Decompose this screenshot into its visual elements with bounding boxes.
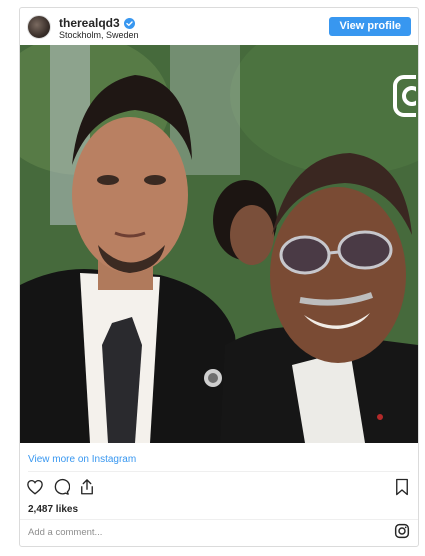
instagram-camera-icon	[392, 73, 418, 124]
divider	[28, 471, 410, 472]
post-photo[interactable]	[20, 45, 418, 443]
post-photo-image	[20, 45, 418, 443]
username[interactable]: therealqd3	[59, 16, 120, 30]
view-more-link[interactable]: View more on Instagram	[28, 454, 136, 465]
action-bar	[26, 478, 96, 501]
verified-badge-icon	[123, 17, 135, 29]
comment-icon[interactable]	[52, 478, 71, 501]
divider	[20, 519, 418, 520]
username-row: therealqd3	[59, 16, 135, 30]
share-icon[interactable]	[78, 478, 96, 501]
instagram-embed-card: therealqd3 Stockholm, Sweden View profil…	[19, 7, 419, 547]
instagram-logo-icon[interactable]	[394, 523, 410, 544]
location[interactable]: Stockholm, Sweden	[59, 30, 139, 40]
bookmark-icon[interactable]	[394, 478, 410, 501]
comment-input[interactable]: Add a comment...	[28, 527, 102, 538]
view-profile-button[interactable]: View profile	[329, 17, 411, 36]
avatar[interactable]	[27, 15, 51, 39]
heart-icon[interactable]	[26, 478, 44, 501]
likes-count[interactable]: 2,487 likes	[28, 504, 78, 515]
post-header: therealqd3 Stockholm, Sweden View profil…	[20, 8, 418, 45]
